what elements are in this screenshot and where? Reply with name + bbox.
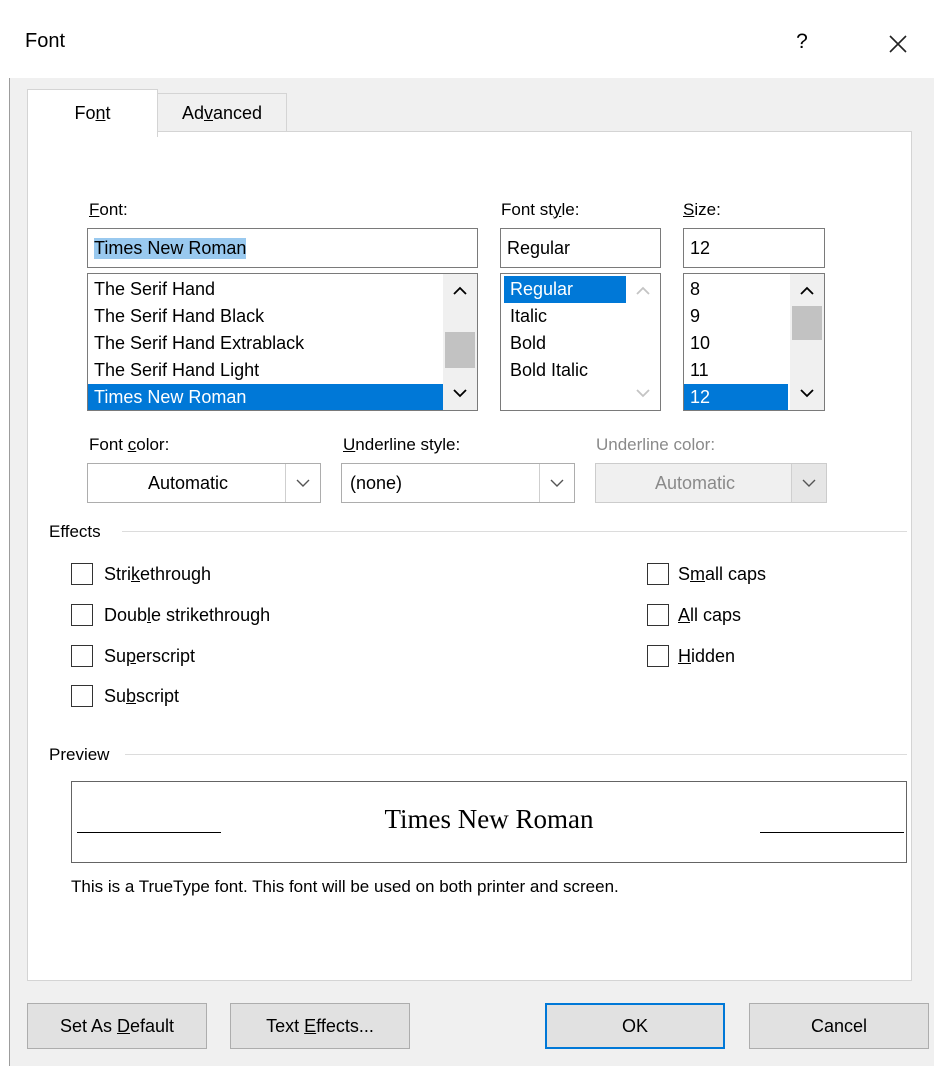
font-name-label: Font:	[89, 200, 128, 219]
all-caps-checkbox[interactable]: All caps	[647, 604, 741, 626]
font-size-input-value: 12	[690, 237, 711, 258]
strikethrough-checkbox[interactable]: Strikethrough	[71, 563, 211, 585]
preview-right-line	[760, 832, 904, 833]
hidden-checkbox[interactable]: Hidden	[647, 645, 735, 667]
preview-description: This is a TrueType font. This font will …	[71, 877, 619, 896]
preview-sample-text: Times New Roman	[384, 804, 594, 834]
font-style-input-value: Regular	[507, 237, 571, 258]
set-as-default-label: Set As Default	[59, 1015, 175, 1036]
list-item-selected[interactable]: Regular	[504, 276, 626, 303]
font-style-label: Font style:	[501, 200, 580, 219]
font-size-label: Size:	[683, 200, 721, 219]
subscript-checkbox[interactable]: Subscript	[71, 685, 179, 707]
list-item[interactable]: 11	[684, 357, 788, 384]
chevron-down-icon	[791, 464, 826, 502]
strikethrough-label: Strikethrough	[104, 563, 212, 584]
checkbox-box[interactable]	[71, 645, 93, 667]
cancel-button[interactable]: Cancel	[749, 1003, 929, 1049]
preview-divider	[125, 754, 907, 755]
underline-style-label: Underline style:	[343, 435, 461, 454]
preview-group-header: Preview	[49, 745, 110, 764]
font-color-dropdown[interactable]: Automatic	[87, 463, 321, 503]
scroll-up-arrow-icon[interactable]	[790, 278, 824, 304]
tab-advanced[interactable]: Advanced	[157, 93, 287, 132]
help-icon: ?	[796, 30, 808, 53]
effects-divider	[122, 531, 907, 532]
font-name-input-value: Times New Roman	[94, 237, 247, 259]
hidden-label: Hidden	[678, 645, 736, 666]
scroll-up-arrow-icon	[626, 278, 660, 304]
font-color-label: Font color:	[89, 435, 170, 454]
font-size-input[interactable]: 12	[683, 228, 825, 268]
list-item[interactable]: 8	[684, 276, 788, 303]
checkbox-box[interactable]	[71, 604, 93, 626]
font-name-list[interactable]: The Serif Hand The Serif Hand Black The …	[87, 273, 478, 411]
help-button[interactable]: ?	[782, 22, 822, 62]
underline-style-dropdown[interactable]: (none)	[341, 463, 575, 503]
close-button[interactable]	[876, 22, 920, 66]
text-effects-label: Text Effects...	[266, 1015, 374, 1036]
font-list-scrollbar[interactable]	[443, 274, 477, 410]
font-color-value: Automatic	[147, 472, 229, 493]
list-item-selected[interactable]: Times New Roman	[88, 384, 443, 410]
scroll-down-arrow-icon[interactable]	[790, 380, 824, 406]
dialog-title: Font	[25, 30, 66, 52]
list-item[interactable]: 10	[684, 330, 788, 357]
list-item[interactable]: Italic	[504, 303, 626, 330]
list-item[interactable]: Bold Italic	[504, 357, 626, 384]
list-item[interactable]: 9	[684, 303, 788, 330]
close-icon	[889, 35, 907, 53]
font-name-input[interactable]: Times New Roman	[87, 228, 478, 268]
subscript-label: Subscript	[104, 685, 180, 706]
checkbox-box[interactable]	[647, 645, 669, 667]
scroll-thumb[interactable]	[792, 306, 822, 340]
style-list-scrollbar	[626, 274, 660, 410]
checkbox-box[interactable]	[71, 563, 93, 585]
superscript-checkbox[interactable]: Superscript	[71, 645, 195, 667]
tab-advanced-label: Advanced	[181, 102, 263, 123]
chevron-down-icon[interactable]	[539, 464, 574, 502]
tab-font[interactable]: Font	[27, 89, 158, 137]
text-effects-button[interactable]: Text Effects...	[230, 1003, 410, 1049]
font-size-list[interactable]: 8 9 10 11 12	[683, 273, 825, 411]
small-caps-checkbox[interactable]: Small caps	[647, 563, 766, 585]
list-item[interactable]: The Serif Hand	[88, 276, 443, 303]
checkbox-box[interactable]	[647, 563, 669, 585]
scroll-down-arrow-icon	[626, 380, 660, 406]
set-as-default-button[interactable]: Set As Default	[27, 1003, 207, 1049]
all-caps-label: All caps	[678, 604, 742, 625]
underline-color-label: Underline color:	[596, 435, 716, 454]
list-item[interactable]: The Serif Hand Light	[88, 357, 443, 384]
scroll-thumb[interactable]	[445, 332, 475, 368]
scroll-down-arrow-icon[interactable]	[443, 380, 477, 406]
effects-group-header: Effects	[49, 522, 101, 541]
preview-box: Times New Roman	[71, 781, 907, 863]
superscript-label: Superscript	[104, 645, 196, 666]
list-item[interactable]: The Serif Hand Black	[88, 303, 443, 330]
underline-style-value: (none)	[350, 472, 403, 493]
small-caps-label: Small caps	[678, 563, 767, 584]
font-style-list[interactable]: Regular Italic Bold Bold Italic	[500, 273, 661, 411]
chevron-down-icon[interactable]	[285, 464, 320, 502]
tab-font-label: Font	[74, 103, 111, 123]
underline-color-value: Automatic	[654, 472, 736, 493]
list-item[interactable]: Bold	[504, 330, 626, 357]
size-list-scrollbar[interactable]	[790, 274, 824, 410]
checkbox-box[interactable]	[71, 685, 93, 707]
scroll-up-arrow-icon[interactable]	[443, 278, 477, 304]
underline-color-dropdown: Automatic	[595, 463, 827, 503]
checkbox-box[interactable]	[647, 604, 669, 626]
list-item[interactable]: The Serif Hand Extrablack	[88, 330, 443, 357]
double-strikethrough-checkbox[interactable]: Double strikethrough	[71, 604, 270, 626]
font-style-input[interactable]: Regular	[500, 228, 661, 268]
list-item-selected[interactable]: 12	[684, 384, 788, 410]
double-strikethrough-label: Double strikethrough	[104, 604, 271, 625]
ok-button[interactable]: OK	[545, 1003, 725, 1049]
